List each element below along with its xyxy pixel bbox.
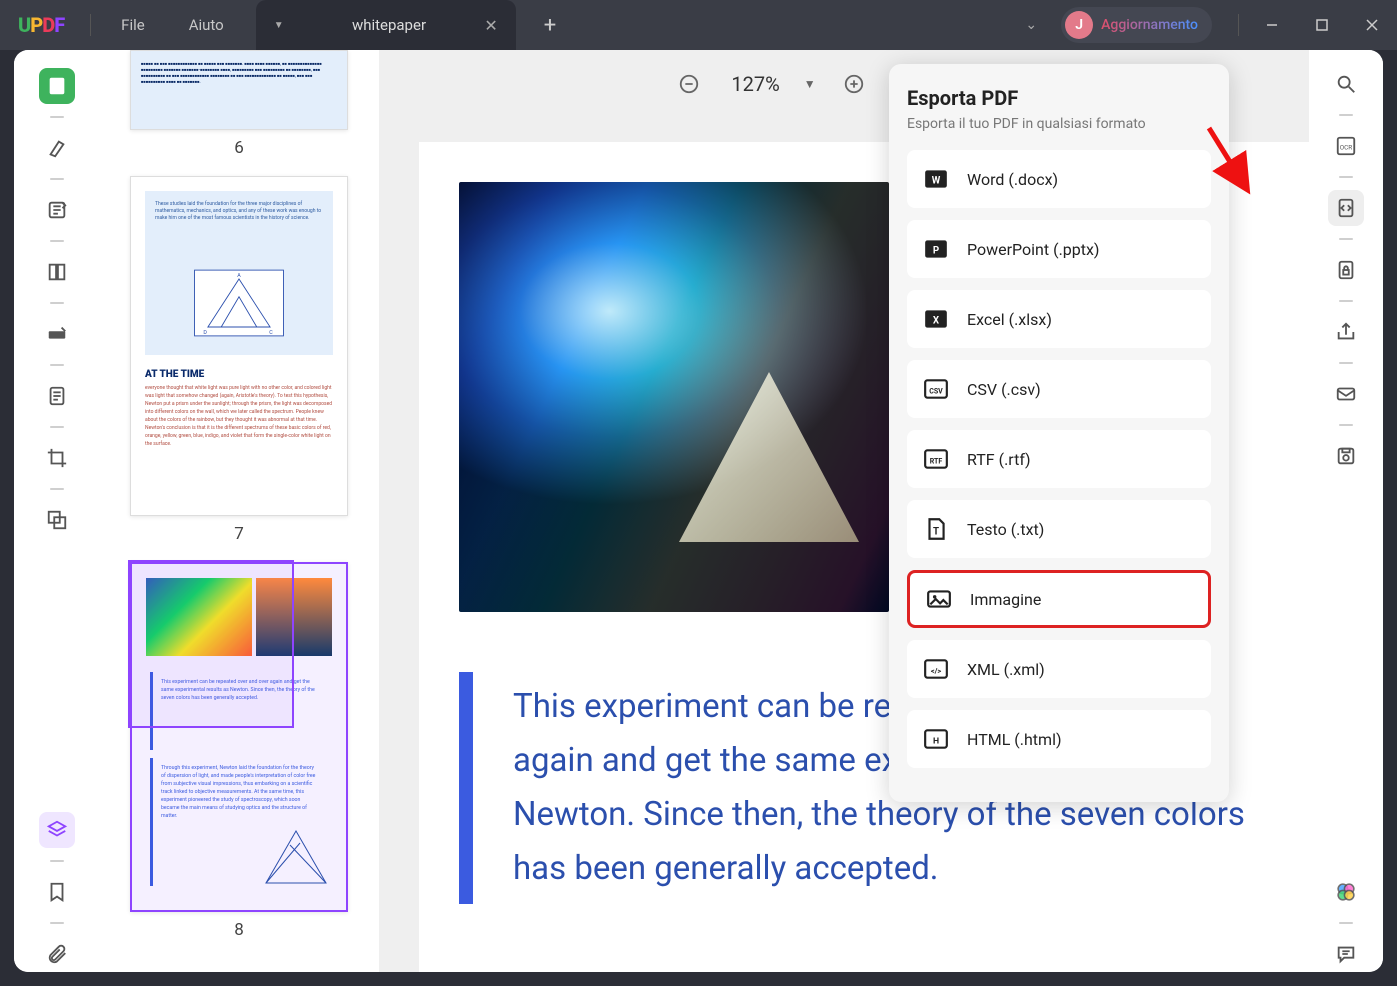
left-toolbar xyxy=(14,50,99,972)
html-icon: H xyxy=(923,726,949,752)
save-button[interactable] xyxy=(1328,438,1364,474)
attachment-tool[interactable] xyxy=(39,936,75,972)
svg-text:OCR: OCR xyxy=(1340,144,1353,152)
svg-text:A: A xyxy=(237,273,241,279)
export-panel: Esporta PDF Esporta il tuo PDF in qualsi… xyxy=(889,64,1229,802)
image-icon xyxy=(926,586,952,612)
right-toolbar: OCR xyxy=(1309,50,1383,972)
export-text[interactable]: T Testo (.txt) xyxy=(907,500,1211,558)
zoom-in-button[interactable] xyxy=(836,66,872,102)
layers-tool[interactable] xyxy=(39,812,75,848)
export-word[interactable]: W Word (.docx) xyxy=(907,150,1211,208)
svg-text:H: H xyxy=(933,736,939,746)
export-subtitle: Esporta il tuo PDF in qualsiasi formato xyxy=(907,116,1211,132)
titlebar: UPDF File Aiuto ▼ whitepaper ✕ + ⌄ J Agg… xyxy=(0,0,1397,50)
crop-tool[interactable] xyxy=(39,440,75,476)
window-minimize-button[interactable] xyxy=(1247,0,1297,50)
export-csv[interactable]: CSV CSV (.csv) xyxy=(907,360,1211,418)
rtf-icon: RTF xyxy=(923,446,949,472)
thumbnail-label: 7 xyxy=(119,524,359,544)
thumbnail-page-6[interactable]: ■■■■■ ■■ ■■■ ■■■■■■■■■■■■ ■■ ■■■■■ ■■■ ■… xyxy=(119,50,359,158)
ai-assistant-button[interactable] xyxy=(1328,874,1364,910)
zoom-out-button[interactable] xyxy=(671,66,707,102)
thumbnail-panel[interactable]: ■■■■■ ■■ ■■■ ■■■■■■■■■■■■ ■■ ■■■■■ ■■■ ■… xyxy=(99,50,379,972)
tabs-overflow-icon[interactable]: ⌄ xyxy=(1025,17,1037,33)
svg-text:</>: </> xyxy=(931,666,942,675)
svg-text:D: D xyxy=(203,330,207,336)
tab-close-icon[interactable]: ✕ xyxy=(484,16,497,35)
thumbnails-tool[interactable] xyxy=(39,68,75,104)
export-title: Esporta PDF xyxy=(907,86,1211,110)
excel-icon: X xyxy=(923,306,949,332)
divider xyxy=(90,14,91,36)
svg-text:P: P xyxy=(933,245,939,256)
svg-text:CSV: CSV xyxy=(929,386,943,395)
divider xyxy=(1238,14,1239,36)
new-tab-button[interactable]: + xyxy=(544,13,556,38)
word-icon: W xyxy=(923,166,949,192)
menu-help[interactable]: Aiuto xyxy=(167,16,246,34)
svg-text:X: X xyxy=(933,315,940,326)
export-xml[interactable]: </> XML (.xml) xyxy=(907,640,1211,698)
user-account-pill[interactable]: J Aggiornamento xyxy=(1061,7,1212,43)
page-layout-tool[interactable] xyxy=(39,254,75,290)
tab-dropdown-icon[interactable]: ▼ xyxy=(274,20,284,31)
protect-button[interactable] xyxy=(1328,252,1364,288)
app-logo: UPDF xyxy=(18,13,64,37)
svg-text:W: W xyxy=(932,175,941,186)
highlighter-tool[interactable] xyxy=(39,130,75,166)
redact-tool[interactable] xyxy=(39,316,75,352)
svg-text:C: C xyxy=(269,330,273,336)
export-image[interactable]: Immagine xyxy=(907,570,1211,628)
ocr-button[interactable]: OCR xyxy=(1328,128,1364,164)
window-maximize-button[interactable] xyxy=(1297,0,1347,50)
tab-title: whitepaper xyxy=(314,16,465,34)
window-close-button[interactable] xyxy=(1347,0,1397,50)
powerpoint-icon: P xyxy=(923,236,949,262)
export-excel[interactable]: X Excel (.xlsx) xyxy=(907,290,1211,348)
selection-overlay xyxy=(128,560,294,728)
prism-image xyxy=(459,182,889,612)
workspace: ■■■■■ ■■ ■■■ ■■■■■■■■■■■■ ■■ ■■■■■ ■■■ ■… xyxy=(14,50,1383,972)
annotation-arrow xyxy=(1201,120,1255,204)
svg-text:T: T xyxy=(933,526,939,537)
form-tool[interactable] xyxy=(39,378,75,414)
zoom-dropdown-icon[interactable]: ▼ xyxy=(804,77,816,91)
thumbnail-label: 8 xyxy=(119,920,359,940)
export-html[interactable]: H HTML (.html) xyxy=(907,710,1211,768)
export-rtf[interactable]: RTF RTF (.rtf) xyxy=(907,430,1211,488)
thumbnail-page-8[interactable]: This experiment can be repeated over and… xyxy=(119,562,359,940)
menu-file[interactable]: File xyxy=(99,16,167,34)
svg-text:RTF: RTF xyxy=(930,456,943,465)
csv-icon: CSV xyxy=(923,376,949,402)
document-tab[interactable]: ▼ whitepaper ✕ xyxy=(256,0,516,50)
share-button[interactable] xyxy=(1328,314,1364,350)
xml-icon: </> xyxy=(923,656,949,682)
avatar: J xyxy=(1065,11,1093,39)
thumbnail-page-7[interactable]: These studies laid the foundation for th… xyxy=(119,176,359,544)
edit-text-tool[interactable] xyxy=(39,192,75,228)
bookmark-tool[interactable] xyxy=(39,874,75,910)
text-icon: T xyxy=(923,516,949,542)
export-button[interactable] xyxy=(1328,190,1364,226)
thumbnail-label: 6 xyxy=(119,138,359,158)
export-powerpoint[interactable]: P PowerPoint (.pptx) xyxy=(907,220,1211,278)
update-label: Aggiornamento xyxy=(1101,17,1198,33)
compare-tool[interactable] xyxy=(39,502,75,538)
document-area: 127% ▼ This experiment can be repeated o… xyxy=(379,50,1309,972)
search-button[interactable] xyxy=(1328,66,1364,102)
email-button[interactable] xyxy=(1328,376,1364,412)
zoom-level[interactable]: 127% xyxy=(727,72,783,96)
comment-button[interactable] xyxy=(1328,936,1364,972)
